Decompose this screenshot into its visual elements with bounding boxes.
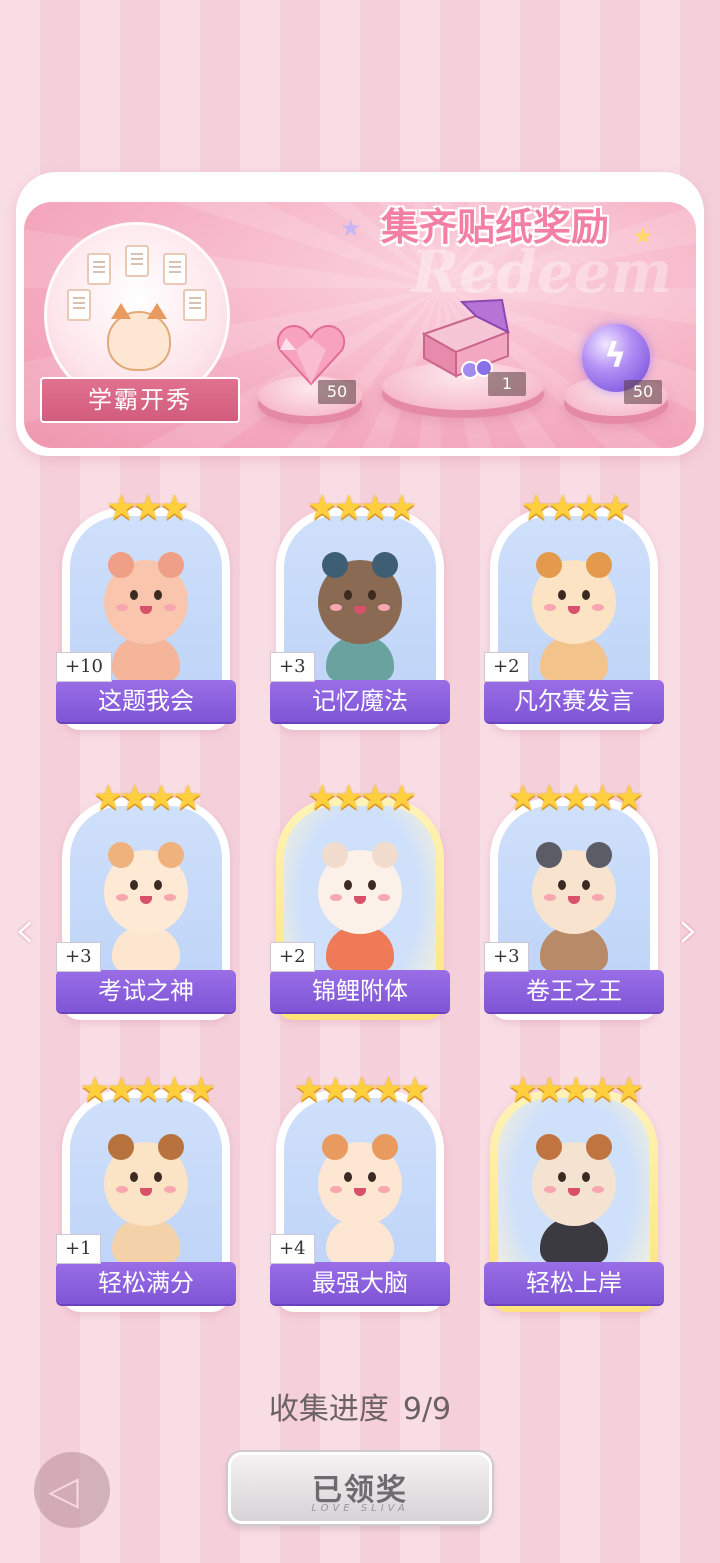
sticker-character-icon — [532, 552, 616, 644]
star-rating-icon: ★★★★ — [93, 778, 203, 818]
star-rating-icon: ★★★★ — [307, 488, 417, 528]
sticker-character-icon — [532, 842, 616, 934]
star-rating-icon: ★★★ — [106, 488, 189, 528]
gift-box-icon[interactable] — [416, 298, 512, 380]
progress-label: 收集进度 — [268, 1392, 389, 1427]
sticker-bonus-tag: +4 — [270, 1234, 315, 1264]
sticker-character-icon — [318, 1134, 402, 1226]
purple-star-icon: ★ — [340, 214, 362, 242]
sticker-character-icon — [532, 1134, 616, 1226]
previous-page-arrow-icon[interactable]: ‹ — [14, 898, 36, 961]
sticker-bonus-tag: +3 — [270, 652, 315, 682]
sticker-bonus-tag: +10 — [56, 652, 112, 682]
collection-progress: 收集进度 9/9 — [0, 1384, 720, 1428]
claimed-button-subtitle: LOVE SLIVA — [311, 1503, 409, 1514]
pink-heart-gem-icon[interactable] — [276, 324, 346, 386]
sticker-name: 轻松上岸 — [484, 1262, 664, 1304]
progress-value: 9/9 — [402, 1392, 452, 1427]
documents-icon — [67, 245, 207, 321]
sticker-card[interactable]: ★★★★★ 轻松上岸 — [484, 1070, 664, 1312]
sticker-card[interactable]: ★★★★★ 最强大脑 +4 — [270, 1070, 450, 1312]
sticker-card[interactable]: ★★★★★ 卷王之王 +3 — [484, 778, 664, 1020]
reward-count: 1 — [488, 372, 526, 396]
sticker-card[interactable]: ★★★★ 考试之神 +3 — [56, 778, 236, 1020]
sticker-bonus-tag: +3 — [56, 942, 101, 972]
sticker-name: 这题我会 — [56, 680, 236, 722]
next-page-arrow-icon[interactable]: › — [678, 898, 700, 961]
sticker-card[interactable]: ★★★★★ 轻松满分 +1 — [56, 1070, 236, 1312]
sticker-character-icon — [104, 552, 188, 644]
sticker-name: 锦鲤附体 — [270, 970, 450, 1012]
sticker-name: 卷王之王 — [484, 970, 664, 1012]
sticker-card[interactable]: ★★★ 这题我会 +10 — [56, 488, 236, 730]
sticker-card[interactable]: ★★★★ 锦鲤附体 +2 — [270, 778, 450, 1020]
sticker-bonus-tag: +2 — [484, 652, 529, 682]
star-rating-icon: ★★★★★ — [79, 1070, 216, 1110]
claimed-button[interactable]: 已领奖 LOVE SLIVA — [228, 1452, 492, 1524]
reward-count: 50 — [624, 380, 662, 404]
feature-label: 学霸开秀 — [28, 377, 252, 423]
sticker-bonus-tag: +3 — [484, 942, 529, 972]
yellow-star-icon: ★ — [632, 222, 654, 250]
sticker-name: 考试之神 — [56, 970, 236, 1012]
star-rating-icon: ★★★★★ — [293, 1070, 430, 1110]
sticker-bonus-tag: +2 — [270, 942, 315, 972]
sticker-name: 记忆魔法 — [270, 680, 450, 722]
cat-icon — [107, 303, 171, 371]
back-arrow-icon: ◁ — [48, 1468, 79, 1514]
banner-title: 集齐贴纸奖励 — [380, 205, 609, 249]
sticker-card[interactable]: ★★★★ 记忆魔法 +3 — [270, 488, 450, 730]
star-rating-icon: ★★★★★ — [507, 1070, 644, 1110]
star-rating-icon: ★★★★★ — [507, 778, 644, 818]
sticker-name: 最强大脑 — [270, 1262, 450, 1304]
reward-count: 50 — [318, 380, 356, 404]
back-button[interactable]: ◁ — [34, 1452, 110, 1528]
star-rating-icon: ★★★★ — [521, 488, 631, 528]
sticker-name: 凡尔赛发言 — [484, 680, 664, 722]
sticker-character-icon — [318, 552, 402, 644]
star-rating-icon: ★★★★ — [307, 778, 417, 818]
sticker-card[interactable]: ★★★★ 凡尔赛发言 +2 — [484, 488, 664, 730]
sticker-character-icon — [318, 842, 402, 934]
sticker-bonus-tag: +1 — [56, 1234, 101, 1264]
sticker-character-icon — [104, 1134, 188, 1226]
sticker-name: 轻松满分 — [56, 1262, 236, 1304]
sticker-character-icon — [104, 842, 188, 934]
